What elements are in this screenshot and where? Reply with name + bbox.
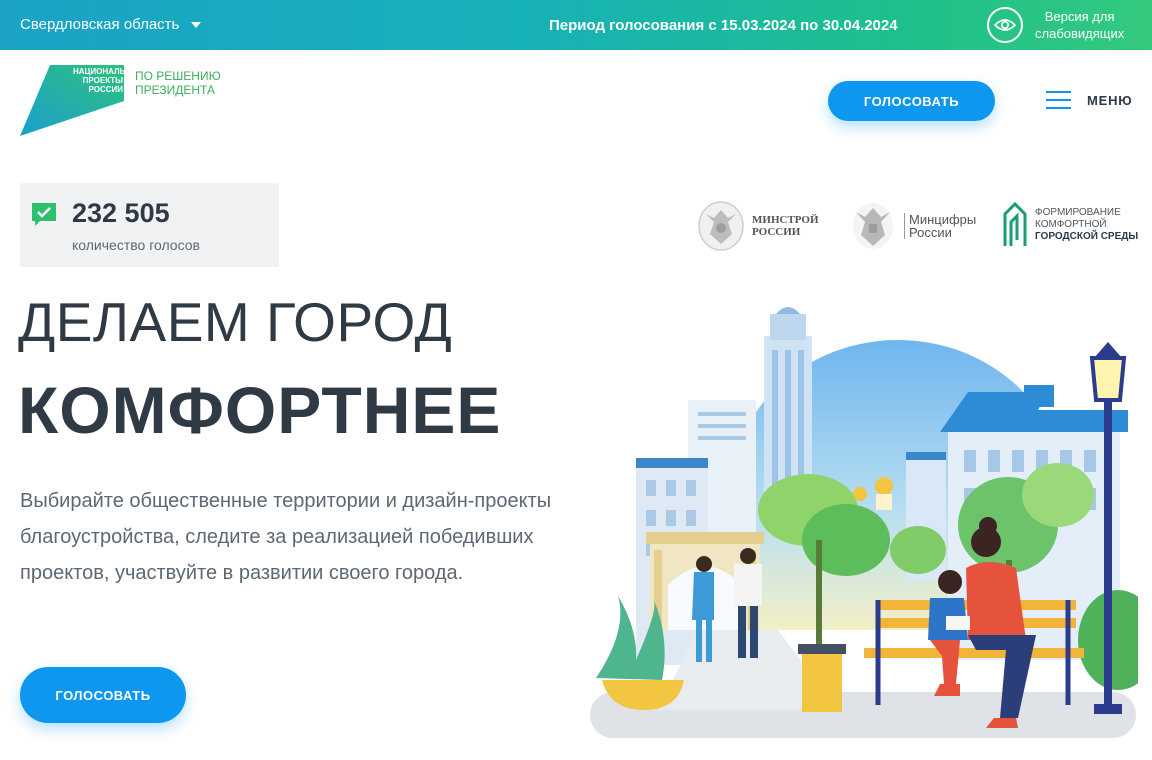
hero-title-line2: КОМФОРТНЕЕ — [18, 373, 502, 447]
low-vision-label-line1: Версия для — [1044, 9, 1115, 24]
mincifry-line2: России — [909, 225, 952, 240]
low-vision-version-button[interactable]: Версия для слабовидящих — [987, 7, 1124, 43]
low-vision-label-line2: слабовидящих — [1035, 26, 1125, 41]
coat-of-arms-icon — [698, 201, 744, 251]
logo-np-line1: НАЦИОНАЛЬНЫЕ — [73, 67, 145, 76]
logo-pres-line1: ПО РЕШЕНИЮ — [135, 69, 221, 83]
mincifry-label: Минцифры России — [904, 213, 976, 239]
low-vision-label: Версия для слабовидящих — [1035, 8, 1124, 42]
logo-np-line3: РОССИИ — [88, 85, 123, 94]
vote-count: 232 505 — [72, 198, 170, 228]
vote-count-caption: количество голосов — [72, 237, 200, 253]
hero-description: Выбирайте общественные территории и диза… — [20, 490, 552, 584]
header-vote-button[interactable]: ГОЛОСОВАТЬ — [828, 81, 995, 121]
coat-of-arms-icon — [853, 203, 893, 249]
region-label: Свердловская область — [20, 16, 180, 33]
caret-down-icon — [191, 21, 202, 28]
eye-icon — [987, 7, 1023, 43]
national-projects-logo[interactable]: НАЦИОНАЛЬНЫЕ ПРОЕКТЫ РОССИИ ПО РЕШЕНИЮ П… — [20, 65, 230, 137]
hero-vote-button[interactable]: ГОЛОСОВАТЬ — [20, 667, 186, 723]
partner-minstroy[interactable]: МИНСТРОЙ РОССИИ — [696, 200, 819, 252]
logo-pres-line2: ПРЕЗИДЕНТА — [135, 83, 215, 97]
fks-line2: КОМФОРТНОЙ — [1035, 219, 1107, 230]
city-park-illustration — [590, 307, 1138, 738]
top-bar: Свердловская область Период голосования … — [0, 0, 1152, 50]
logo-np-line2: ПРОЕКТЫ — [82, 76, 123, 85]
fks-line1: ФОРМИРОВАНИЕ — [1035, 207, 1121, 218]
partner-comfortable-environment[interactable]: ФОРМИРОВАНИЕ КОМФОРТНОЙ ГОРОДСКОЙ СРЕДЫ — [1001, 200, 1138, 250]
voting-period: Период голосования с 15.03.2024 по 30.04… — [549, 17, 898, 34]
hamburger-icon — [1046, 91, 1071, 109]
logo-president-text: ПО РЕШЕНИЮ ПРЕЗИДЕНТА — [135, 69, 221, 97]
comfortable-environment-logo-icon — [1003, 201, 1027, 246]
minstroy-label: МИНСТРОЙ РОССИИ — [752, 214, 819, 238]
checkmark-message-icon — [32, 203, 56, 226]
vote-counter: 232 505 количество голосов — [20, 183, 279, 267]
minstroy-line2: РОССИИ — [752, 226, 801, 238]
hero-title-line1: ДЕЛАЕМ ГОРОД — [18, 291, 453, 353]
menu-button[interactable]: МЕНЮ — [1046, 91, 1133, 109]
menu-label: МЕНЮ — [1087, 92, 1133, 108]
trash-bin — [798, 644, 846, 712]
region-selector[interactable]: Свердловская область — [20, 16, 202, 33]
minstroy-line1: МИНСТРОЙ — [752, 214, 819, 226]
fks-line3: ГОРОДСКОЙ СРЕДЫ — [1035, 231, 1139, 242]
comfortable-environment-label: ФОРМИРОВАНИЕ КОМФОРТНОЙ ГОРОДСКОЙ СРЕДЫ — [1035, 207, 1138, 243]
logo-national-projects-text: НАЦИОНАЛЬНЫЕ ПРОЕКТЫ РОССИИ — [73, 67, 144, 94]
partner-mincifry[interactable]: Минцифры России — [848, 200, 976, 252]
